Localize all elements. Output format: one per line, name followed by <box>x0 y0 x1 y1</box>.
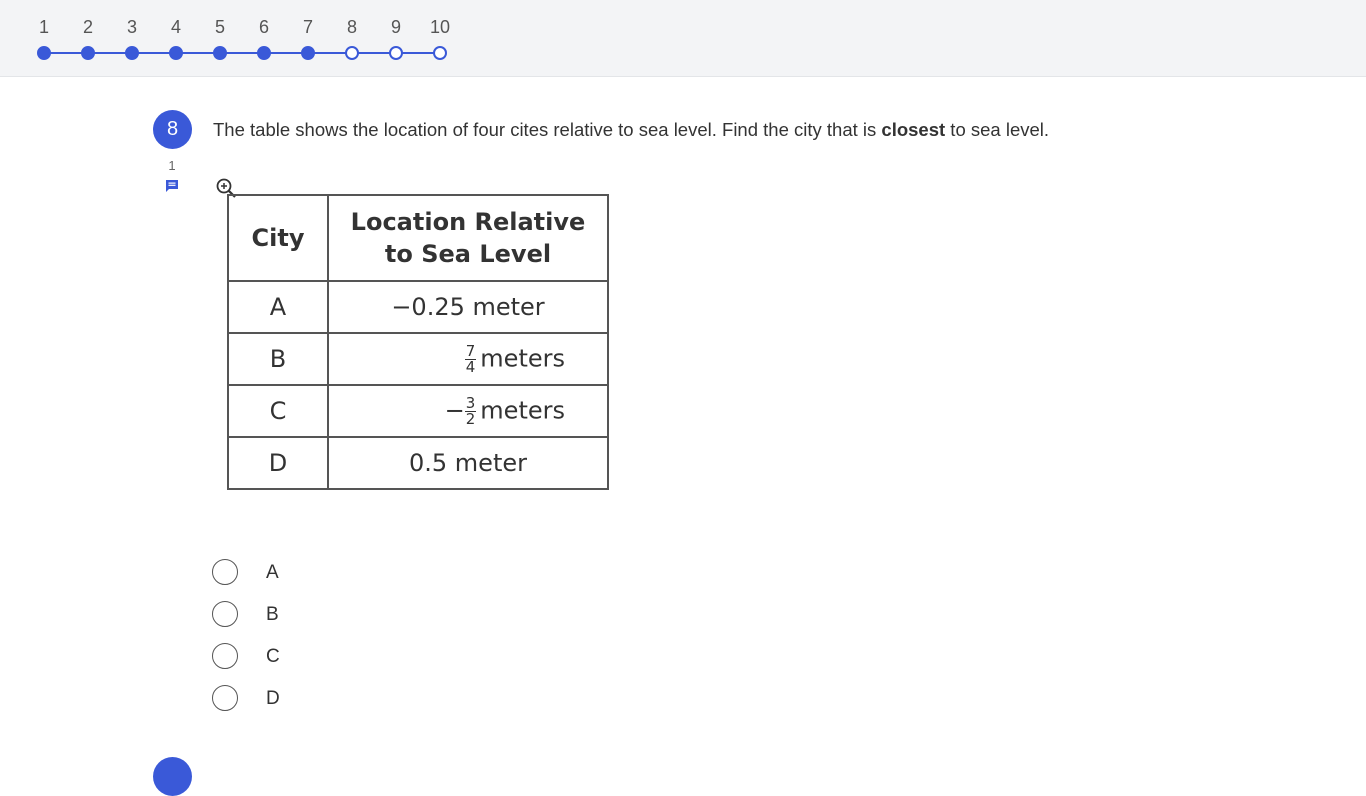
progress-step-dot <box>37 46 51 60</box>
progress-step-7[interactable]: 7 <box>286 0 330 76</box>
progress-step-number: 9 <box>390 17 401 37</box>
progress-step-5[interactable]: 5 <box>198 0 242 76</box>
question-text-part: The table shows the location of four cit… <box>213 119 882 140</box>
progress-step-number: 1 <box>38 17 49 37</box>
fraction-denominator: 2 <box>465 409 476 428</box>
progress-step-3[interactable]: 3 <box>110 0 154 76</box>
progress-step-10[interactable]: 10 <box>418 0 462 76</box>
progress-step-dot <box>389 46 403 60</box>
progress-step-number: 4 <box>170 17 181 37</box>
progress-step-1[interactable]: 1 <box>22 0 66 76</box>
progress-step-number: 3 <box>126 17 137 37</box>
table-row: B 7 4 meters <box>227 332 609 386</box>
table-cell-city: D <box>227 436 329 490</box>
answer-option-c[interactable]: C <box>212 643 412 671</box>
table-cell-city: C <box>227 384 329 438</box>
radio-button[interactable] <box>212 685 238 711</box>
progress-step-6[interactable]: 6 <box>242 0 286 76</box>
header-line: to Sea Level <box>384 240 552 268</box>
progress-step-dot <box>81 46 95 60</box>
value-unit: meters <box>480 344 565 372</box>
progress-step-2[interactable]: 2 <box>66 0 110 76</box>
answer-option-label: D <box>266 688 280 709</box>
answer-option-label: A <box>266 562 279 583</box>
question-text-emphasis: closest <box>881 119 946 140</box>
progress-step-number: 5 <box>214 17 225 37</box>
progress-step-dot <box>169 46 183 60</box>
fraction-denominator: 4 <box>465 357 476 376</box>
radio-button[interactable] <box>212 643 238 669</box>
progress-step-dot <box>257 46 271 60</box>
table-cell-value: −0.25 meter <box>327 280 609 334</box>
fraction: 74 <box>464 343 477 376</box>
question-text: The table shows the location of four cit… <box>213 119 1049 141</box>
progress-step-4[interactable]: 4 <box>154 0 198 76</box>
answer-option-label: C <box>266 646 280 667</box>
table-row: C −3 2 meters <box>227 384 609 438</box>
progress-step-number: 7 <box>302 17 313 37</box>
value-sign: − <box>444 396 465 424</box>
header-line: Location Relative <box>350 208 586 236</box>
radio-button[interactable] <box>212 559 238 585</box>
answer-option-label: B <box>266 604 279 625</box>
progress-step-number: 6 <box>258 17 269 37</box>
answer-option-b[interactable]: B <box>212 601 412 629</box>
table-cell-value: −3 2 meters <box>327 384 609 438</box>
value-unit: meters <box>480 396 565 424</box>
table-row: A −0.25 meter <box>227 280 609 334</box>
table-cell-city: A <box>227 280 329 334</box>
table-header-city: City <box>227 194 329 282</box>
table-cell-value: 0.5 meter <box>327 436 609 490</box>
progress-step-9[interactable]: 9 <box>374 0 418 76</box>
table-cell-city: B <box>227 332 329 386</box>
sea-level-table: City Location Relative to Sea Level A −0.… <box>227 194 609 490</box>
progress-step-dot <box>213 46 227 60</box>
comment-icon[interactable] <box>164 178 180 194</box>
question-text-part: to sea level. <box>945 119 1050 140</box>
radio-button[interactable] <box>212 601 238 627</box>
question-progress-bar: 1 2 3 4 5 6 7 8 9 10 <box>0 0 1366 77</box>
table-header-location: Location Relative to Sea Level <box>327 194 609 282</box>
question-number-badge: 8 <box>153 110 192 149</box>
answer-option-d[interactable]: D <box>212 685 412 713</box>
progress-step-number: 2 <box>82 17 93 37</box>
progress-step-dot <box>433 46 447 60</box>
progress-step-dot <box>301 46 315 60</box>
comment-count: 1 <box>168 158 176 173</box>
next-question-badge <box>153 757 192 796</box>
progress-step-8[interactable]: 8 <box>330 0 374 76</box>
progress-step-dot <box>125 46 139 60</box>
progress-step-number: 8 <box>346 17 357 37</box>
answer-option-a[interactable]: A <box>212 559 412 587</box>
table-header-row: City Location Relative to Sea Level <box>227 194 609 282</box>
progress-steps: 1 2 3 4 5 6 7 8 9 10 <box>0 0 1366 76</box>
fraction: 32 <box>464 395 477 428</box>
progress-step-dot <box>345 46 359 60</box>
table-row: D 0.5 meter <box>227 436 609 490</box>
table-cell-value: 7 4 meters <box>327 332 609 386</box>
progress-step-number: 10 <box>429 17 451 37</box>
